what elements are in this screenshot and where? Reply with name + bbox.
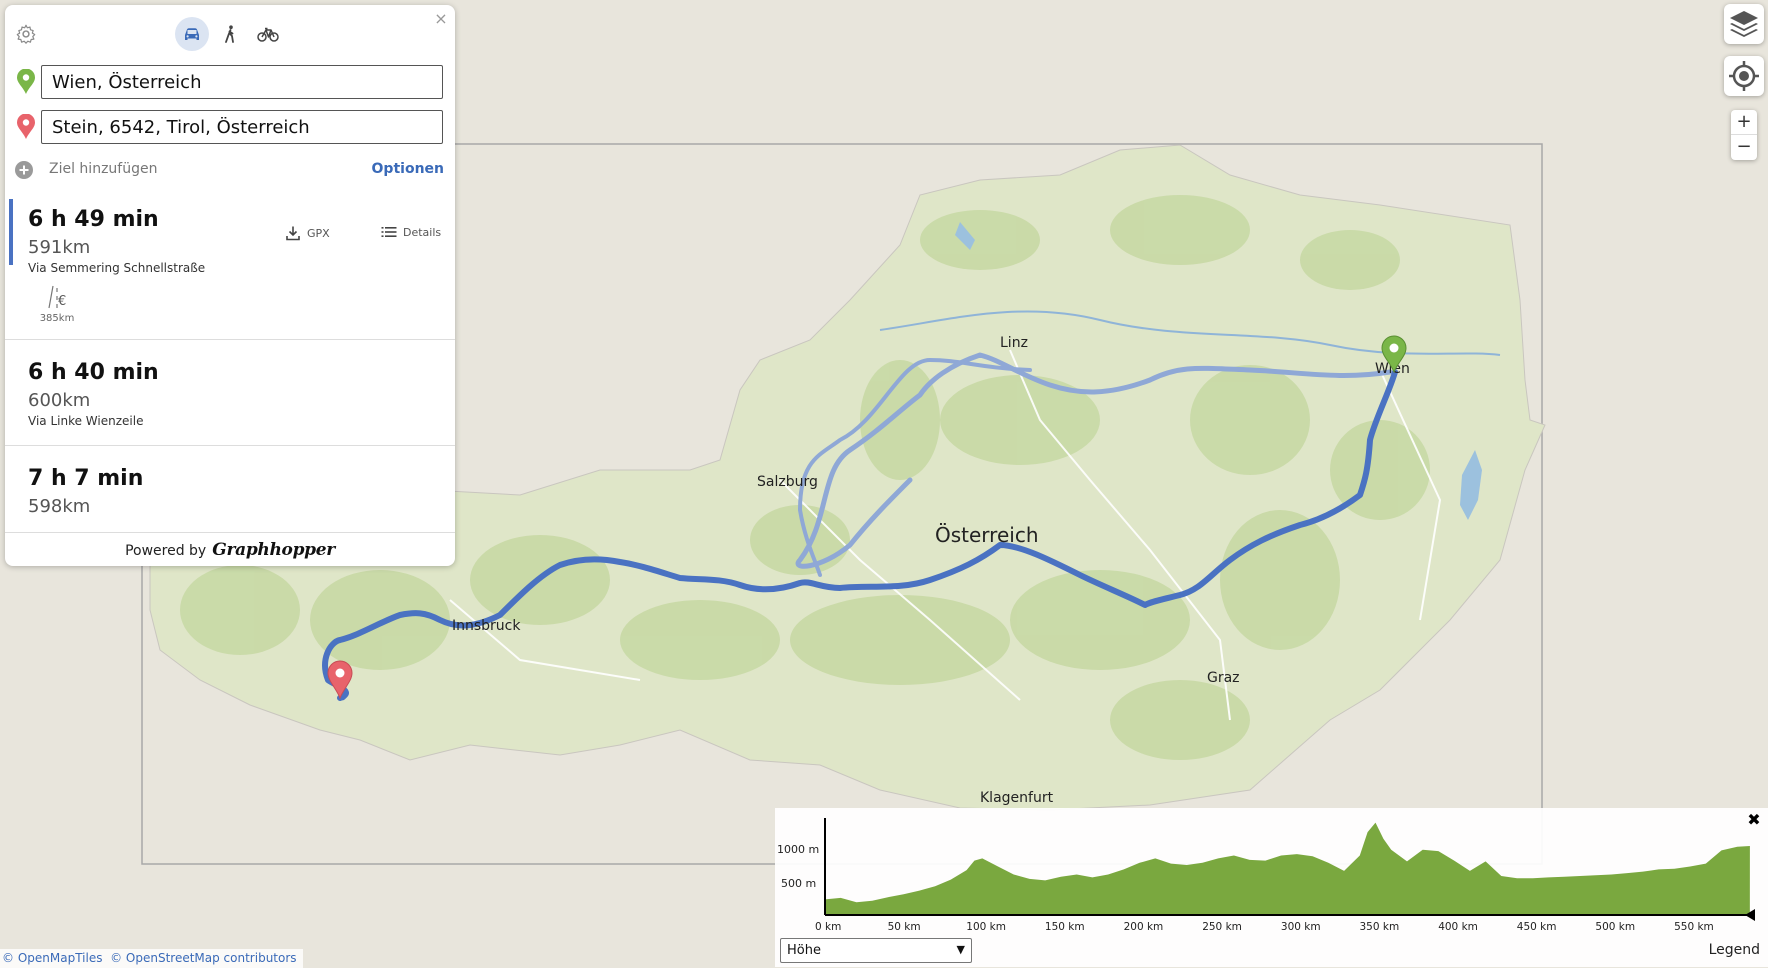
layers-icon [1730,11,1758,37]
place-label-klagenfurt: Klagenfurt [980,790,1054,806]
add-destination-label: Ziel hinzufügen [49,161,158,177]
add-circle-icon [15,161,33,179]
place-label-innsbruck: Innsbruck [452,618,521,634]
y-tick-label: 1000 m [777,843,819,856]
locate-icon [1729,61,1759,91]
route-item-3[interactable]: 7 h 7 min 598km [5,445,455,533]
elevation-close-button[interactable]: ✖ [1746,812,1762,828]
vehicle-bike-button[interactable] [251,17,285,51]
walk-icon [225,25,234,43]
start-pin-icon [17,69,35,94]
elevation-chart: 1000 m 500 m 0 km 50 km 100 km 150 km 200 km… [777,818,1755,933]
x-tick-label: 400 km [1438,921,1478,933]
elevation-area-group [825,822,1750,914]
route-via: Via Semmering Schnellstraße [28,261,206,275]
place-label-graz: Graz [1207,670,1240,686]
elevation-select-value: Höhe [787,943,821,958]
zoom-out-button[interactable]: − [1731,135,1757,159]
x-tick-label: 300 km [1281,921,1321,933]
x-tick-label: 250 km [1202,921,1242,933]
route-via: Via Linke Wienzeile [28,414,144,428]
layers-button[interactable] [1724,4,1764,44]
vehicle-selector [175,17,285,51]
car-icon [185,28,199,40]
vehicle-foot-button[interactable] [213,17,247,51]
gear-icon [16,24,36,44]
route-time: 6 h 49 min [28,207,159,232]
x-tick-label: 0 km [815,921,841,933]
route-item-1[interactable]: 6 h 49 min 591km Via Semmering Schnellst… [5,199,455,339]
selected-route-indicator [9,199,13,265]
gpx-label: GPX [307,226,330,240]
place-label-salzburg: Salzburg [757,474,818,490]
zoom-in-button[interactable]: + [1731,110,1757,135]
elevation-detail-select[interactable]: Höhe ▼ [780,938,972,963]
add-destination-row[interactable]: Ziel hinzufügen Optionen [5,157,455,183]
settings-button[interactable] [14,23,38,47]
close-icon: × [434,9,448,28]
to-input[interactable] [41,110,443,144]
openmaptiles-link[interactable]: © OpenMapTiles [2,951,102,965]
toll-distance: 385km [39,313,75,324]
route-time: 6 h 40 min [28,360,159,385]
route-distance: 591km [28,237,91,258]
details-label: Details [403,225,442,239]
svg-text:€: € [58,294,66,309]
graphhopper-logo[interactable]: Graphhopper [212,540,335,560]
elevation-area [825,822,1750,914]
bike-icon [257,27,279,42]
zoom-control: + − [1731,110,1757,160]
from-input[interactable] [41,65,443,99]
map-attribution: © OpenMapTiles © OpenStreetMap contribut… [0,949,303,968]
panel-header: × [5,5,455,61]
dropdown-arrow-icon: ▼ [956,943,965,956]
route-distance: 598km [28,496,91,517]
to-row [5,106,455,146]
x-tick-label: 50 km [888,921,921,933]
end-pin-icon [17,114,35,139]
elevation-panel: 1000 m 500 m 0 km 50 km 100 km 150 km 200 km… [775,808,1768,967]
route-panel: × Ziel hinzufügen Optionen 6 h 49 min 59… [5,5,455,566]
x-tick-label: 500 km [1595,921,1635,933]
toll-info: € 385km [35,285,79,324]
list-icon [381,227,397,237]
from-row [5,61,455,101]
powered-by-label: Powered by [125,543,207,559]
openstreetmap-link[interactable]: © OpenStreetMap contributors [110,951,296,965]
x-tick-label: 150 km [1045,921,1085,933]
powered-by-footer: Powered by Graphhopper [5,532,455,566]
route-time: 7 h 7 min [28,466,144,491]
route-distance: 600km [28,390,91,411]
x-tick-label: 450 km [1517,921,1557,933]
x-tick-group: 0 km 50 km 100 km 150 km 200 km 250 km 300 km 3… [815,921,1714,933]
x-tick-label: 350 km [1360,921,1400,933]
toll-road-icon: € [48,285,66,309]
place-label-oesterreich: Österreich [935,523,1039,547]
x-tick-label: 200 km [1124,921,1164,933]
place-label-linz: Linz [1000,335,1028,351]
options-button[interactable]: Optionen [372,161,444,177]
download-icon [286,226,300,241]
locate-button[interactable] [1724,56,1764,96]
y-tick-label: 500 m [781,877,816,890]
route-item-2[interactable]: 6 h 40 min 600km Via Linke Wienzeile [5,339,455,446]
gpx-button[interactable]: GPX [285,225,330,241]
panel-close-button[interactable]: × [433,11,449,27]
x-tick-label: 550 km [1674,921,1714,933]
details-button[interactable]: Details [381,225,441,239]
legend-button[interactable]: Legend [1709,942,1760,958]
x-tick-label: 100 km [966,921,1006,933]
vehicle-car-button[interactable] [175,17,209,51]
